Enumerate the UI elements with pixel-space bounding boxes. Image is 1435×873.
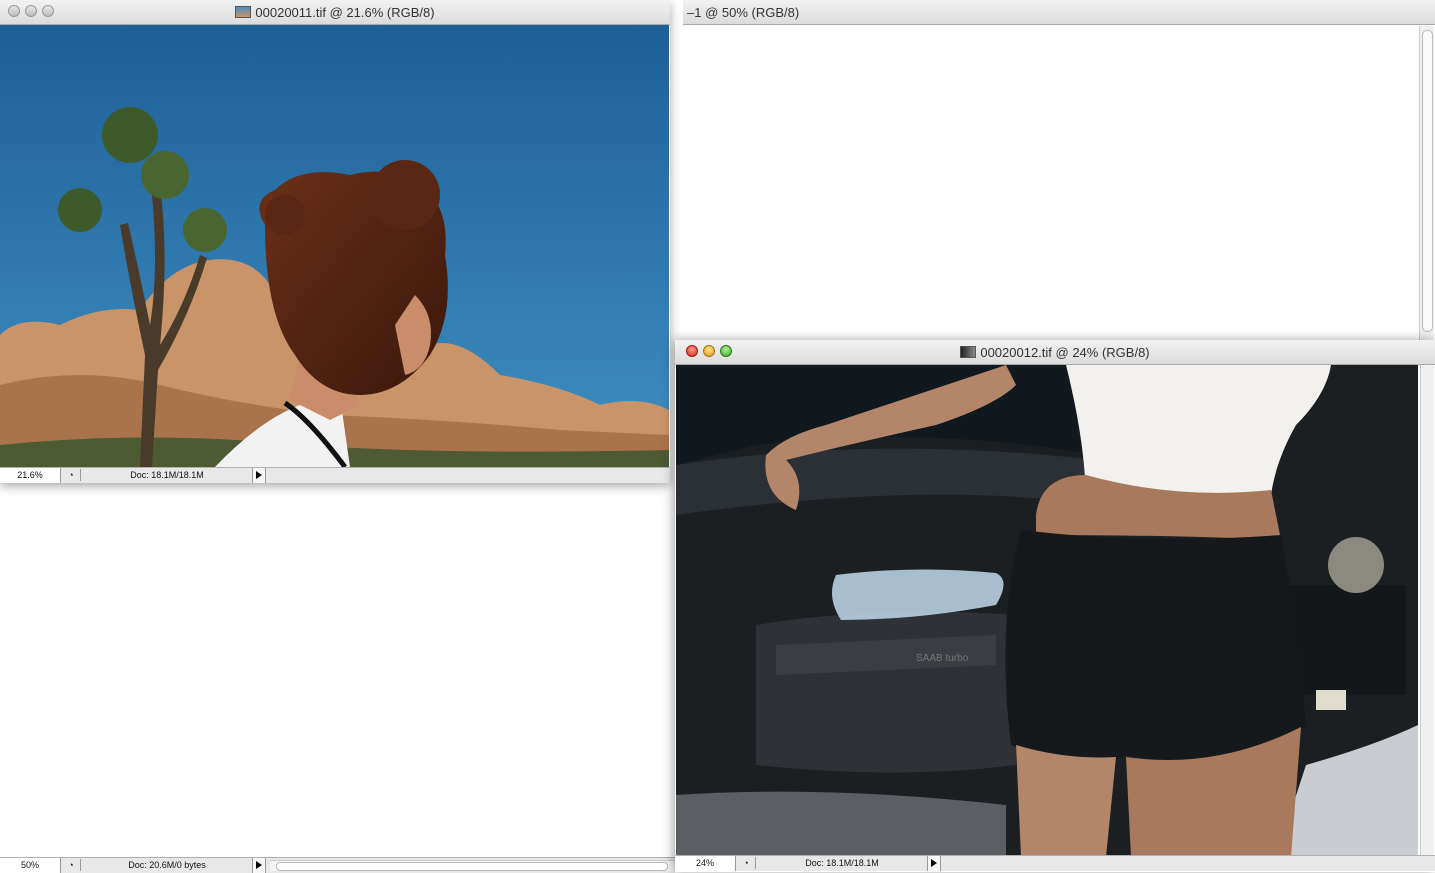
zoom-field-back[interactable]: 50% (0, 858, 61, 873)
photo-desert (0, 25, 669, 467)
window-title-back: –1 @ 50% (RGB/8) (687, 5, 800, 20)
horizontal-scrollbar[interactable] (270, 860, 675, 871)
document-icon (960, 346, 977, 358)
document-icon (235, 6, 252, 18)
photo-car-engine: SAAB turbo (676, 365, 1418, 857)
status-menu-icon[interactable]: ◔ (62, 469, 81, 481)
doc-info-back: Doc: 20.6M/0 bytes (82, 858, 253, 873)
titlebar-a[interactable]: 00020011.tif @ 21.6% (RGB/8) (0, 0, 670, 25)
status-arrow-button[interactable] (928, 856, 941, 871)
doc-info-a: Doc: 18.1M/18.1M (82, 468, 253, 483)
titlebar-b[interactable]: 00020012.tif @ 24% (RGB/8) (675, 340, 1435, 365)
status-arrow-button[interactable] (253, 858, 266, 873)
window-title-a: 00020011.tif @ 21.6% (RGB/8) (255, 5, 435, 20)
status-bar-b: 24% ◔ Doc: 18.1M/18.1M (675, 855, 1435, 871)
vertical-scrollbar[interactable] (1419, 26, 1434, 342)
window-title-b: 00020012.tif @ 24% (RGB/8) (980, 345, 1150, 360)
doc-info-b: Doc: 18.1M/18.1M (757, 856, 928, 871)
document-window-b[interactable]: 00020012.tif @ 24% (RGB/8) SAAB turbo 24… (675, 340, 1435, 872)
status-menu-icon[interactable]: ◔ (62, 859, 81, 871)
titlebar-back[interactable]: –1 @ 50% (RGB/8) (683, 0, 1435, 25)
status-bar-a: 21.6% ◔ Doc: 18.1M/18.1M (0, 467, 670, 483)
status-arrow-button[interactable] (253, 468, 266, 483)
zoom-field-a[interactable]: 21.6% (0, 468, 61, 483)
status-menu-icon[interactable]: ◔ (737, 857, 756, 869)
scrollbar-thumb[interactable] (1422, 30, 1433, 332)
vertical-scrollbar-b[interactable] (1420, 365, 1434, 857)
zoom-field-b[interactable]: 24% (675, 856, 736, 871)
document-window-a[interactable]: 00020011.tif @ 21.6% (RGB/8) 21.6% ◔ Doc… (0, 0, 670, 483)
engine-label: SAAB turbo (916, 653, 969, 664)
hscroll-thumb[interactable] (276, 862, 668, 871)
